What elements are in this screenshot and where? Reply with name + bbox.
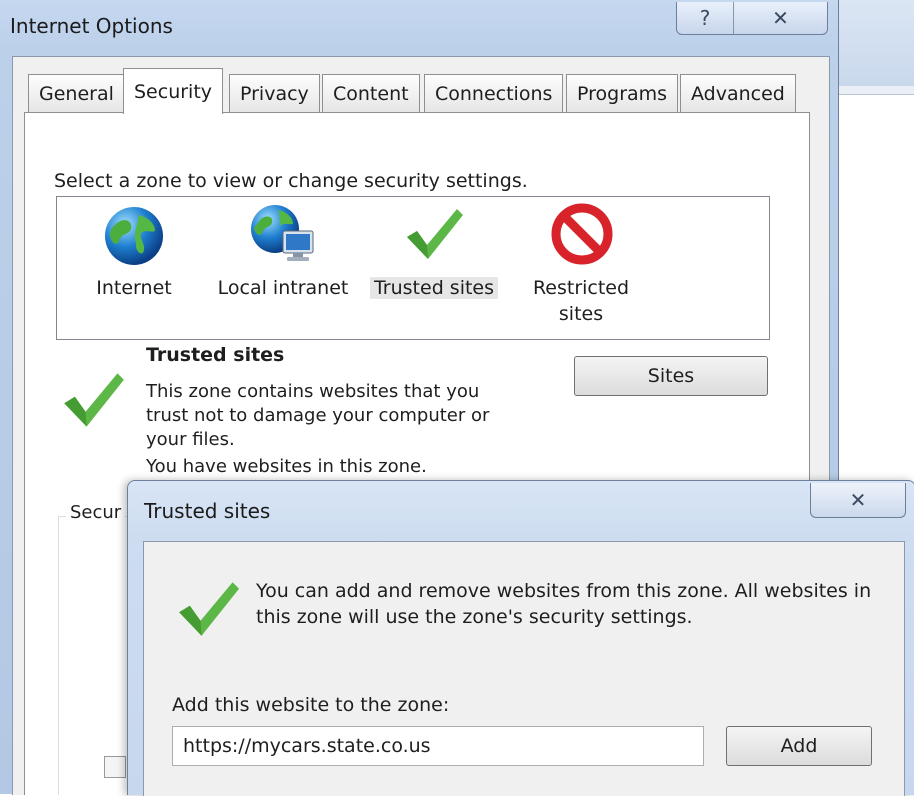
zone-label: Local intranet xyxy=(217,277,349,299)
globe-network-icon xyxy=(251,205,314,261)
tab-security[interactable]: Security xyxy=(123,68,224,114)
tab-content[interactable]: Content xyxy=(322,74,420,112)
zone-label-line1: Restricted xyxy=(532,277,630,299)
globe-icon xyxy=(105,207,163,265)
add-website-label: Add this website to the zone: xyxy=(172,694,450,716)
add-button[interactable]: Add xyxy=(726,726,872,766)
sites-button[interactable]: Sites xyxy=(574,356,768,396)
zone-label: Trusted sites xyxy=(369,277,499,299)
tab-connections[interactable]: Connections xyxy=(424,74,564,112)
website-url-input[interactable] xyxy=(172,726,704,766)
zone-info-title: Trusted sites xyxy=(146,344,285,366)
dialog-close-button[interactable]: ✕ xyxy=(810,483,906,518)
window-title: Internet Options xyxy=(10,14,173,38)
trusted-sites-dialog: Trusted sites ✕ You can add and remove w… xyxy=(127,480,914,796)
caption-buttons: ? ✕ xyxy=(676,2,828,35)
checkmark-icon xyxy=(64,373,124,427)
zone-list: Internet Local intranet Trusted sites Re… xyxy=(56,196,770,340)
background-window-strip xyxy=(838,86,914,95)
dialog-client-area: You can add and remove websites from thi… xyxy=(143,541,905,796)
tab-privacy[interactable]: Privacy xyxy=(229,74,320,112)
tab-general[interactable]: General xyxy=(28,74,125,112)
restricted-icon xyxy=(551,203,613,265)
zone-restricted-sites[interactable]: Restricted sites xyxy=(521,197,641,337)
help-button[interactable]: ? xyxy=(677,2,734,34)
tab-programs[interactable]: Programs xyxy=(566,74,679,112)
checkmark-icon xyxy=(407,209,463,259)
zone-local-intranet[interactable]: Local intranet xyxy=(213,197,353,337)
dialog-title: Trusted sites xyxy=(144,499,271,523)
zone-label-line2: sites xyxy=(558,303,604,325)
close-button[interactable]: ✕ xyxy=(734,2,827,34)
security-level-group-label: Secur xyxy=(66,502,126,523)
zone-trusted-sites[interactable]: Trusted sites xyxy=(369,197,499,337)
zone-internet[interactable]: Internet xyxy=(87,197,181,337)
zone-info-description: This zone contains websites that you tru… xyxy=(146,381,490,450)
checkmark-icon xyxy=(179,582,239,636)
background-window-toolbar xyxy=(838,0,914,87)
tab-advanced[interactable]: Advanced xyxy=(680,74,796,112)
zone-info-status: You have websites in this zone. xyxy=(146,456,427,477)
protected-mode-checkbox[interactable] xyxy=(104,756,126,778)
dialog-message: You can add and remove websites from thi… xyxy=(256,580,872,628)
zone-label: Internet xyxy=(96,277,172,299)
zone-prompt: Select a zone to view or change security… xyxy=(54,170,528,192)
